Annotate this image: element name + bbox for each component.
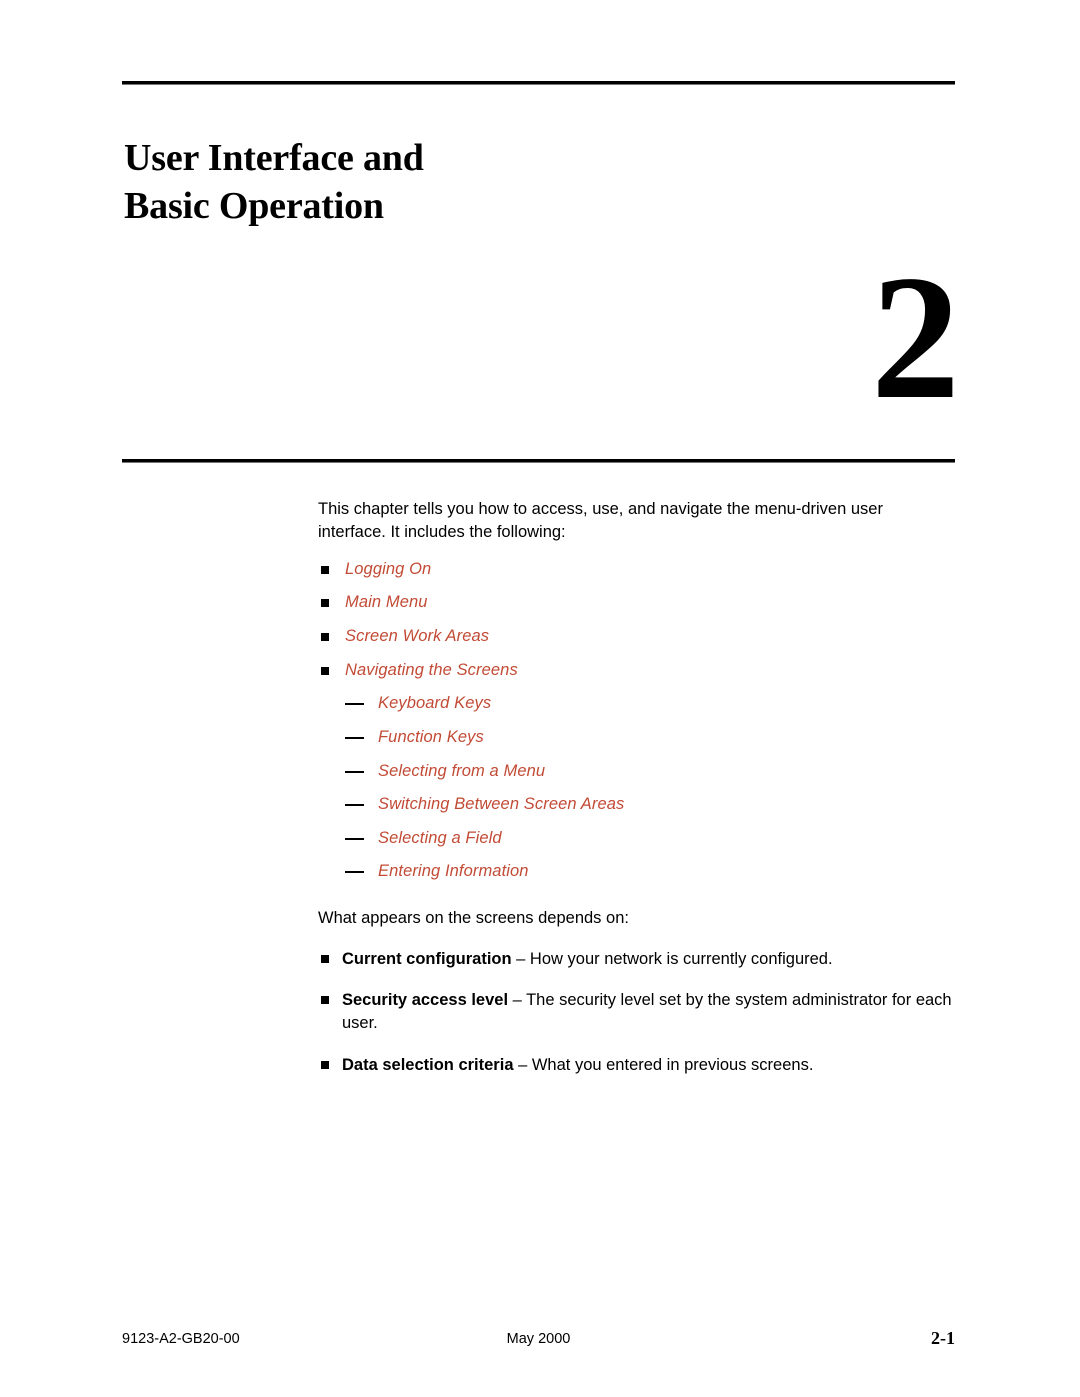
em-dash-icon <box>345 837 364 840</box>
intro-paragraph: This chapter tells you how to access, us… <box>318 500 883 542</box>
definition-term-data-selection-criteria: Data selection criteria <box>342 1055 514 1074</box>
sub-link-keyboard-keys[interactable]: Keyboard Keys <box>378 694 491 712</box>
list-item[interactable]: Navigating the Screens <box>320 660 954 681</box>
square-bullet-icon <box>321 565 329 574</box>
em-dash-icon <box>345 703 364 706</box>
definition-description-current-configuration: – How your network is currently configur… <box>511 949 833 968</box>
footer-page-number: 2-1 <box>931 1328 955 1348</box>
document-page: User Interface and Basic Operation 2 Thi… <box>0 0 1080 1397</box>
depends-definition-list: Current configuration – How your network… <box>320 948 954 1078</box>
definition-term-current-configuration: Current configuration <box>342 949 512 968</box>
em-dash-icon <box>345 804 364 807</box>
definition-term-security-access-level: Security access level <box>342 990 509 1009</box>
list-item[interactable]: Entering Information <box>345 861 954 882</box>
list-item: Security access level – The security lev… <box>320 989 954 1036</box>
square-bullet-icon <box>321 633 329 642</box>
topic-link-main-menu[interactable]: Main Menu <box>345 593 428 611</box>
list-item[interactable]: Selecting a Field <box>345 828 954 849</box>
page-title-line-2: Basic Operation <box>124 184 384 227</box>
list-item[interactable]: Logging On <box>320 559 954 580</box>
square-bullet-icon <box>321 954 329 963</box>
page-title: User Interface and Basic Operation <box>124 135 684 230</box>
main-content: This chapter tells you how to access, us… <box>318 498 954 1095</box>
list-item: Current configuration – How your network… <box>320 948 954 971</box>
list-item[interactable]: Screen Work Areas <box>320 626 954 647</box>
sub-link-entering-information[interactable]: Entering Information <box>378 862 529 880</box>
list-item: Data selection criteria – What you enter… <box>320 1054 954 1077</box>
square-bullet-icon <box>321 666 329 675</box>
square-bullet-icon <box>321 599 329 608</box>
page-footer: 9123-A2-GB20-00 May 2000 2-1 <box>122 1328 955 1357</box>
sub-topic-link-list: Keyboard Keys Function Keys Selecting fr… <box>345 693 954 882</box>
list-item[interactable]: Main Menu <box>320 592 954 613</box>
page-title-line-1: User Interface and <box>124 137 424 179</box>
definition-description-data-selection-criteria: – What you entered in previous screens. <box>513 1055 814 1074</box>
topic-link-logging-on[interactable]: Logging On <box>345 560 431 578</box>
list-item[interactable]: Selecting from a Menu <box>345 761 954 782</box>
header-divider-rule <box>122 81 955 85</box>
em-dash-icon <box>345 770 364 773</box>
square-bullet-icon <box>321 995 329 1004</box>
list-item[interactable]: Function Keys <box>345 727 954 748</box>
chapter-divider-rule <box>122 459 955 463</box>
sub-link-switching-between-screen-areas[interactable]: Switching Between Screen Areas <box>378 795 624 813</box>
chapter-number: 2 <box>871 238 960 436</box>
footer-date: May 2000 <box>506 1331 571 1347</box>
topic-link-navigating-the-screens[interactable]: Navigating the Screens <box>345 661 518 679</box>
list-item[interactable]: Switching Between Screen Areas <box>345 794 954 815</box>
em-dash-icon <box>345 736 364 739</box>
list-item[interactable]: Keyboard Keys <box>345 693 954 714</box>
sub-link-function-keys[interactable]: Function Keys <box>378 728 484 746</box>
topic-link-list: Logging On Main Menu Screen Work Areas N… <box>320 559 954 681</box>
square-bullet-icon <box>321 1060 329 1069</box>
topic-link-screen-work-areas[interactable]: Screen Work Areas <box>345 627 489 645</box>
depends-intro-paragraph: What appears on the screens depends on: <box>318 909 629 928</box>
em-dash-icon <box>345 871 364 874</box>
sub-link-selecting-from-a-menu[interactable]: Selecting from a Menu <box>378 762 545 780</box>
sub-link-selecting-a-field[interactable]: Selecting a Field <box>378 829 502 847</box>
